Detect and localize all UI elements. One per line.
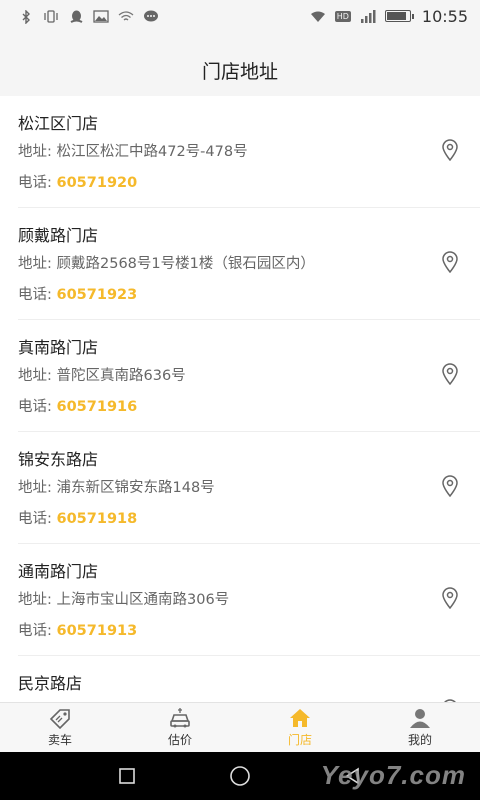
tab-label: 卖车 (47, 733, 72, 747)
phone-number[interactable]: 60571920 (57, 175, 138, 191)
store-address: 地址: 松江区松汇中路472号-478号 (18, 140, 248, 161)
store-item[interactable]: 民京路店 (18, 656, 480, 702)
phone-number[interactable]: 60571918 (57, 511, 138, 527)
status-time: 10:55 (421, 6, 468, 26)
address-label: 地址: (18, 480, 52, 496)
tab-label: 我的 (407, 733, 432, 747)
address-label: 地址: (18, 256, 52, 272)
store-name: 通南路门店 (18, 562, 99, 581)
store-phone: 电话: 60571916 (18, 395, 137, 416)
home-circle-icon (230, 766, 250, 786)
bottom-tab-bar: 卖车 估价 门店 我的 (0, 702, 480, 752)
bluetooth-icon (18, 8, 34, 25)
tab-label: 门店 (287, 733, 312, 747)
address-text: 上海市宝山区通南路306号 (56, 592, 230, 608)
address-text: 松江区松汇中路472号-478号 (56, 144, 248, 160)
store-address: 地址: 普陀区真南路636号 (18, 364, 186, 385)
tab-mine[interactable]: 我的 (360, 703, 480, 752)
store-phone: 电话: 60571918 (18, 507, 137, 528)
address-label: 地址: (18, 592, 52, 608)
store-list[interactable]: 松江区门店 地址: 松江区松汇中路472号-478号 电话: 60571920 … (0, 96, 480, 702)
tab-label: 估价 (167, 733, 192, 747)
battery-icon (384, 10, 414, 22)
store-name: 顾戴路门店 (18, 226, 99, 245)
store-item[interactable]: 通南路门店 地址: 上海市宝山区通南路306号 电话: 60571913 (18, 544, 480, 656)
store-address: 地址: 上海市宝山区通南路306号 (18, 588, 229, 609)
location-pin-icon[interactable] (440, 138, 460, 162)
address-label: 地址: (18, 368, 52, 384)
phone-number[interactable]: 60571916 (57, 399, 138, 415)
store-phone: 电话: 60571920 (18, 171, 137, 192)
phone-label: 电话: (18, 623, 52, 639)
qq-icon (68, 10, 84, 23)
location-pin-icon[interactable] (440, 362, 460, 386)
signal-icon (360, 9, 376, 23)
phone-number[interactable]: 60571923 (57, 287, 138, 303)
location-pin-icon[interactable] (440, 474, 460, 498)
home-icon (290, 709, 310, 727)
store-address: 地址: 顾戴路2568号1号楼1楼（银石园区内） (18, 252, 315, 273)
store-item[interactable]: 锦安东路店 地址: 浦东新区锦安东路148号 电话: 60571918 (18, 432, 480, 544)
store-name: 松江区门店 (18, 114, 99, 133)
store-name: 民京路店 (18, 674, 83, 693)
tab-estimate[interactable]: 估价 (120, 703, 240, 752)
chat-icon (143, 10, 159, 23)
store-item[interactable]: 真南路门店 地址: 普陀区真南路636号 电话: 60571916 (18, 320, 480, 432)
phone-number[interactable]: 60571913 (57, 623, 138, 639)
car-estimate-icon (170, 708, 190, 728)
store-item[interactable]: 顾戴路门店 地址: 顾戴路2568号1号楼1楼（银石园区内） 电话: 60571… (18, 208, 480, 320)
address-text: 浦东新区锦安东路148号 (56, 480, 215, 496)
recents-icon (118, 768, 135, 784)
wifi-share-icon (118, 10, 134, 23)
watermark: Yeyo7.com (320, 760, 466, 790)
image-icon (93, 9, 109, 23)
phone-label: 电话: (18, 511, 52, 527)
status-left-icons (18, 8, 159, 25)
phone-label: 电话: (18, 399, 52, 415)
wifi-icon (310, 10, 326, 23)
store-name: 锦安东路店 (18, 450, 99, 469)
phone-label: 电话: (18, 175, 52, 191)
vibrate-icon (43, 9, 59, 23)
phone-label: 电话: (18, 287, 52, 303)
tab-sell-car[interactable]: 卖车 (0, 703, 120, 752)
store-phone: 电话: 60571913 (18, 619, 137, 640)
location-pin-icon[interactable] (440, 250, 460, 274)
status-right-icons: HD 10:55 (310, 7, 468, 26)
tab-stores[interactable]: 门店 (240, 703, 360, 752)
store-name: 真南路门店 (18, 338, 99, 357)
store-address: 地址: 浦东新区锦安东路148号 (18, 476, 215, 497)
store-item[interactable]: 松江区门店 地址: 松江区松汇中路472号-478号 电话: 60571920 (18, 96, 480, 208)
status-bar: HD 10:55 (0, 0, 480, 32)
tag-icon (49, 709, 70, 729)
address-text: 普陀区真南路636号 (56, 368, 186, 384)
page-title: 门店地址 (201, 60, 278, 83)
home-button[interactable] (226, 762, 254, 790)
address-label: 地址: (18, 144, 52, 160)
recents-button[interactable] (113, 762, 141, 790)
hd-icon: HD (334, 10, 351, 22)
store-phone: 电话: 60571923 (18, 283, 137, 304)
address-text: 顾戴路2568号1号楼1楼（银石园区内） (56, 256, 315, 272)
user-icon (410, 709, 430, 728)
location-pin-icon[interactable] (440, 586, 460, 610)
